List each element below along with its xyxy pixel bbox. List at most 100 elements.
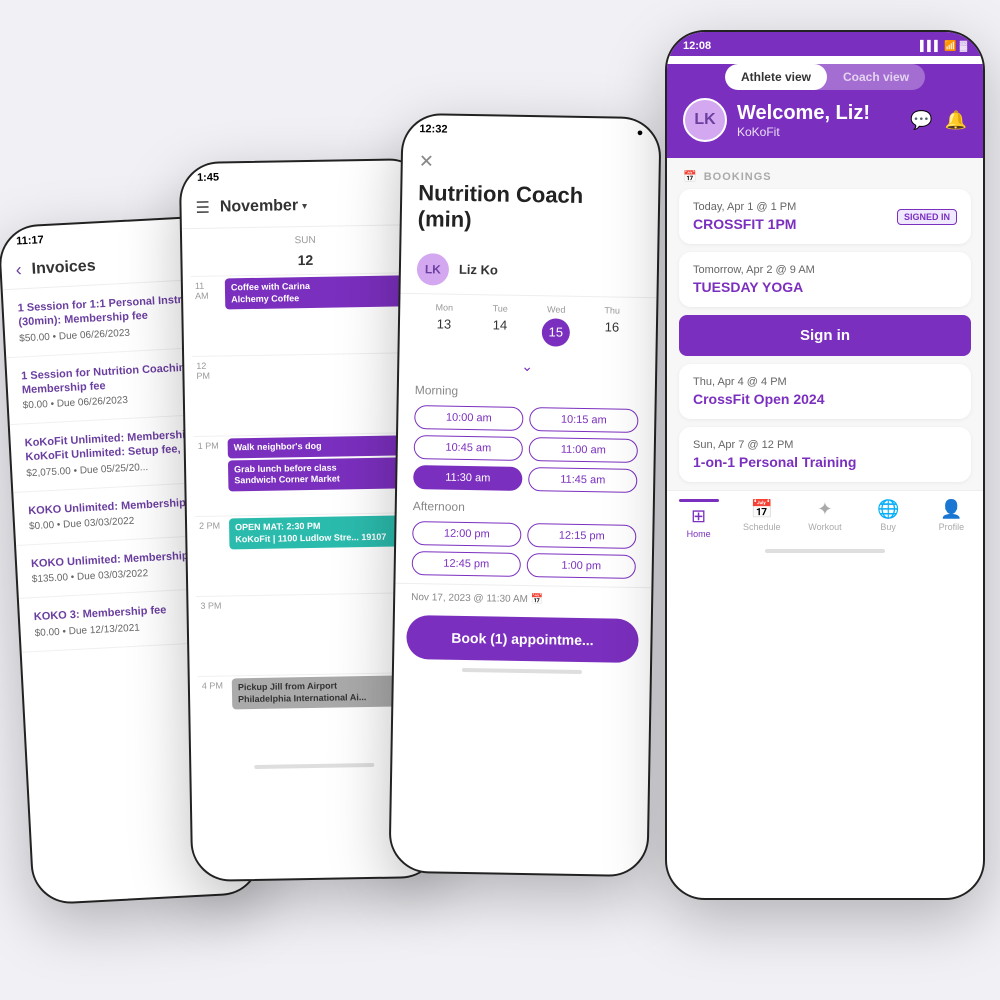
slot-1130am[interactable]: 11:30 am — [413, 465, 522, 491]
month-label: November — [220, 197, 299, 216]
event-subtitle: KoKoFit | 1100 Ludlow Stre... 19107 — [235, 531, 417, 546]
nav-profile[interactable]: 👤 Profile — [926, 499, 976, 539]
nav-label-schedule: Schedule — [743, 522, 781, 532]
booking-class-2: TUESDAY YOGA — [693, 279, 957, 295]
calendar-small-icon: 📅 — [683, 170, 698, 183]
slot-1000am[interactable]: 10:00 am — [414, 405, 523, 431]
workout-icon: ✦ — [817, 499, 832, 520]
main-content: 📅 BOOKINGS Today, Apr 1 @ 1 PM CROSSFIT … — [667, 158, 983, 490]
nav-home[interactable]: ⊞ Home — [674, 499, 724, 539]
bookings-section-label: 📅 BOOKINGS — [667, 158, 983, 189]
calendar-day-num-row: 12 — [190, 248, 420, 276]
booking-datetime: Nov 17, 2023 @ 11:30 AM 📅 — [395, 583, 651, 615]
buy-icon: 🌐 — [877, 499, 899, 520]
athlete-view-btn[interactable]: Athlete view — [725, 64, 827, 90]
cal-event-coffee[interactable]: Coffee with Carina Alchemy Coffee — [225, 275, 420, 310]
home-indicator-calendar — [254, 763, 374, 769]
event-subtitle: Alchemy Coffee — [231, 291, 413, 306]
welcome-row: LK Welcome, Liz! KoKoFit 💬 🔔 — [683, 98, 967, 142]
booking-date-3: Thu, Apr 4 @ 4 PM — [693, 376, 957, 388]
close-icon: ✕ — [419, 151, 434, 171]
close-button[interactable]: ✕ — [403, 139, 660, 180]
nutrition-title: Nutrition Coach (min) — [401, 176, 658, 249]
schedule-icon: 📅 — [751, 499, 773, 520]
nav-active-indicator — [679, 499, 719, 502]
home-icon: ⊞ — [691, 506, 706, 527]
date-col-mon[interactable]: Mon 13 — [416, 302, 473, 345]
home-indicator-main — [765, 549, 885, 553]
time-main: 12:08 — [683, 40, 711, 52]
slot-1015am[interactable]: 10:15 am — [529, 407, 638, 433]
welcome-text: Welcome, Liz! KoKoFit — [737, 102, 870, 139]
slot-1100am[interactable]: 11:00 am — [529, 437, 638, 463]
dropdown-arrow-icon[interactable]: ▾ — [302, 201, 307, 212]
nav-buy[interactable]: 🌐 Buy — [863, 499, 913, 539]
signal-icons-main: ▌▌▌ 📶 ▓ — [920, 41, 967, 52]
time-label-3pm: 3 PM — [196, 596, 228, 611]
chat-icon[interactable]: 💬 — [910, 110, 932, 131]
booking-card-1[interactable]: Today, Apr 1 @ 1 PM CROSSFIT 1PM SIGNED … — [679, 189, 971, 244]
slot-1200pm[interactable]: 12:00 pm — [412, 521, 521, 547]
main-purple-header: Athlete view Coach view LK Welcome, Liz!… — [667, 64, 983, 158]
slot-1215pm[interactable]: 12:15 pm — [527, 523, 636, 549]
date-col-wed[interactable]: Wed 15 — [528, 304, 585, 347]
phone-nutrition: 12:32 ● ✕ Nutrition Coach (min) LK Liz K… — [388, 113, 661, 877]
user-info: LK Welcome, Liz! KoKoFit — [683, 98, 870, 142]
menu-icon[interactable]: ☰ — [195, 198, 210, 218]
profile-icon: 👤 — [940, 499, 962, 520]
booking-date-4: Sun, Apr 7 @ 12 PM — [693, 439, 957, 451]
time-label-12pm: 12 PM — [192, 356, 224, 381]
signal-bar-icon: ▌▌▌ — [920, 41, 941, 52]
booking-class-3: CrossFit Open 2024 — [693, 391, 957, 407]
time-label-1pm: 1 PM — [194, 436, 226, 451]
booking-card-row-1: Today, Apr 1 @ 1 PM CROSSFIT 1PM SIGNED … — [693, 201, 957, 232]
battery-icon: ▓ — [960, 41, 967, 52]
book-button[interactable]: Book (1) appointme... — [406, 615, 639, 663]
nav-schedule[interactable]: 📅 Schedule — [737, 499, 787, 539]
welcome-name: Welcome, Liz! — [737, 102, 870, 125]
nav-label-workout: Workout — [808, 522, 841, 532]
time-label-2pm: 2 PM — [195, 516, 227, 531]
slot-100pm[interactable]: 1:00 pm — [527, 553, 636, 579]
time-calendar: 1:45 — [197, 172, 219, 184]
nav-label-home: Home — [687, 529, 711, 539]
time-slot-1pm: 1 PM Walk neighbor's dog Grab lunch befo… — [194, 432, 425, 516]
nav-label-buy: Buy — [880, 522, 896, 532]
invoices-title: Invoices — [31, 257, 96, 278]
coach-name: Liz Ko — [459, 262, 498, 278]
cal-events-12pm — [224, 353, 422, 360]
time-label-4pm: 4 PM — [198, 676, 230, 691]
booking-card-3[interactable]: Thu, Apr 4 @ 4 PM CrossFit Open 2024 — [679, 364, 971, 419]
time-slot-12pm: 12 PM — [192, 352, 423, 436]
afternoon-slots-grid: 12:00 pm 12:15 pm 12:45 pm 1:00 pm — [396, 517, 653, 583]
signal-nutrition: ● — [637, 127, 644, 139]
booking-date-1: Today, Apr 1 @ 1 PM CROSSFIT 1PM — [693, 201, 796, 232]
booking-class-4: 1-on-1 Personal Training — [693, 454, 957, 470]
time-slot-11am: 11 AM Coffee with Carina Alchemy Coffee — [191, 272, 422, 356]
slot-1145am[interactable]: 11:45 am — [528, 467, 637, 493]
booking-card-4[interactable]: Sun, Apr 7 @ 12 PM 1-on-1 Personal Train… — [679, 427, 971, 482]
time-label-11am: 11 AM — [191, 276, 223, 301]
time-slot-2pm: 2 PM OPEN MAT: 2:30 PM KoKoFit | 1100 Lu… — [195, 512, 426, 596]
nav-label-profile: Profile — [939, 522, 965, 532]
header-icons: 💬 🔔 — [910, 110, 967, 131]
cal-event-lunch[interactable]: Grab lunch before class Sandwich Corner … — [228, 457, 423, 492]
sign-in-button[interactable]: Sign in — [679, 315, 971, 356]
nav-workout[interactable]: ✦ Workout — [800, 499, 850, 539]
date-col-thu[interactable]: Thu 16 — [584, 305, 641, 348]
booking-card-2[interactable]: Tomorrow, Apr 2 @ 9 AM TUESDAY YOGA — [679, 252, 971, 307]
slot-1245pm[interactable]: 12:45 pm — [412, 551, 521, 577]
event-subtitle: Sandwich Corner Market — [234, 473, 416, 488]
coach-view-btn[interactable]: Coach view — [827, 64, 925, 90]
coach-row: LK Liz Ko — [400, 245, 657, 298]
slot-1045am[interactable]: 10:45 am — [414, 435, 523, 461]
cal-events-11am: Coffee with Carina Alchemy Coffee — [223, 273, 422, 314]
date-picker: Mon 13 Tue 14 Wed 15 Thu 16 — [399, 294, 656, 356]
time-invoices: 11:17 — [16, 234, 44, 247]
coach-avatar: LK — [417, 253, 450, 286]
view-toggle: Athlete view Coach view — [725, 64, 925, 90]
back-icon[interactable]: ‹ — [15, 259, 22, 280]
date-col-tue[interactable]: Tue 14 — [472, 303, 529, 346]
bell-icon[interactable]: 🔔 — [945, 110, 967, 131]
cal-event-dog[interactable]: Walk neighbor's dog — [228, 435, 422, 458]
